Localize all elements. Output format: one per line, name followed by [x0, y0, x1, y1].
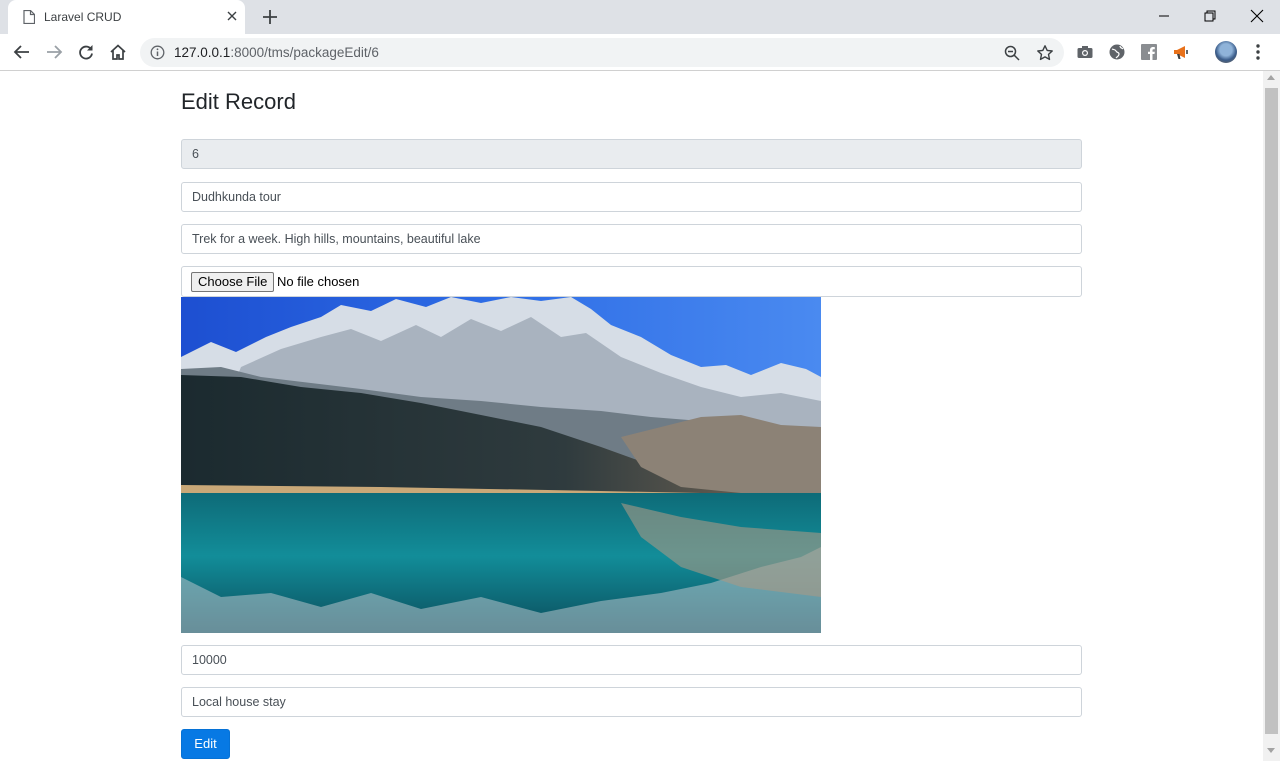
- page-scrollbar[interactable]: [1263, 71, 1280, 761]
- file-status-text: No file chosen: [277, 274, 360, 289]
- globe-extension-icon[interactable]: [1108, 43, 1126, 61]
- name-field[interactable]: Dudhkunda tour: [181, 182, 1082, 212]
- new-tab-icon[interactable]: [261, 8, 279, 26]
- page-title: Edit Record: [181, 89, 296, 114]
- scroll-up-icon[interactable]: [1267, 75, 1275, 80]
- choose-file-button[interactable]: Choose File: [191, 272, 275, 292]
- url-host: 127.0.0.1: [174, 45, 231, 60]
- home-icon[interactable]: [108, 42, 128, 62]
- minimize-icon[interactable]: [1154, 6, 1174, 26]
- menu-kebab-icon[interactable]: [1250, 43, 1266, 61]
- scrollbar-thumb[interactable]: [1265, 88, 1278, 734]
- restore-icon[interactable]: [1200, 6, 1220, 26]
- browser-tab[interactable]: Laravel CRUD: [8, 0, 245, 34]
- forward-icon[interactable]: [44, 42, 64, 62]
- description-field[interactable]: Trek for a week. High hills, mountains, …: [181, 224, 1082, 254]
- camera-extension-icon[interactable]: [1076, 43, 1094, 61]
- accommodation-field[interactable]: Local house stay: [181, 687, 1082, 717]
- facebook-extension-icon[interactable]: [1140, 43, 1158, 61]
- tab-title: Laravel CRUD: [44, 10, 122, 24]
- document-icon: [23, 10, 35, 24]
- bookmark-star-icon[interactable]: [1036, 44, 1054, 62]
- url-text: 127.0.0.1:8000/tms/packageEdit/6: [174, 45, 379, 60]
- url-path: :8000/tms/packageEdit/6: [230, 45, 379, 60]
- package-photo: [181, 297, 821, 633]
- info-icon[interactable]: [150, 45, 165, 60]
- price-field[interactable]: 10000: [181, 645, 1082, 675]
- reload-icon[interactable]: [76, 42, 96, 62]
- zoom-icon[interactable]: [1004, 45, 1020, 61]
- close-window-icon[interactable]: [1247, 6, 1267, 26]
- scroll-down-icon[interactable]: [1267, 748, 1275, 753]
- tab-strip: Laravel CRUD: [0, 0, 1280, 34]
- megaphone-extension-icon[interactable]: [1172, 43, 1190, 61]
- edit-button[interactable]: Edit: [181, 729, 230, 759]
- close-tab-icon[interactable]: [224, 8, 240, 24]
- address-bar[interactable]: 127.0.0.1:8000/tms/packageEdit/6: [140, 38, 1064, 67]
- image-file-input[interactable]: Choose File No file chosen: [181, 266, 1082, 297]
- profile-avatar[interactable]: [1215, 41, 1237, 63]
- browser-toolbar: 127.0.0.1:8000/tms/packageEdit/6: [0, 34, 1280, 71]
- id-field[interactable]: 6: [181, 139, 1082, 169]
- back-icon[interactable]: [12, 42, 32, 62]
